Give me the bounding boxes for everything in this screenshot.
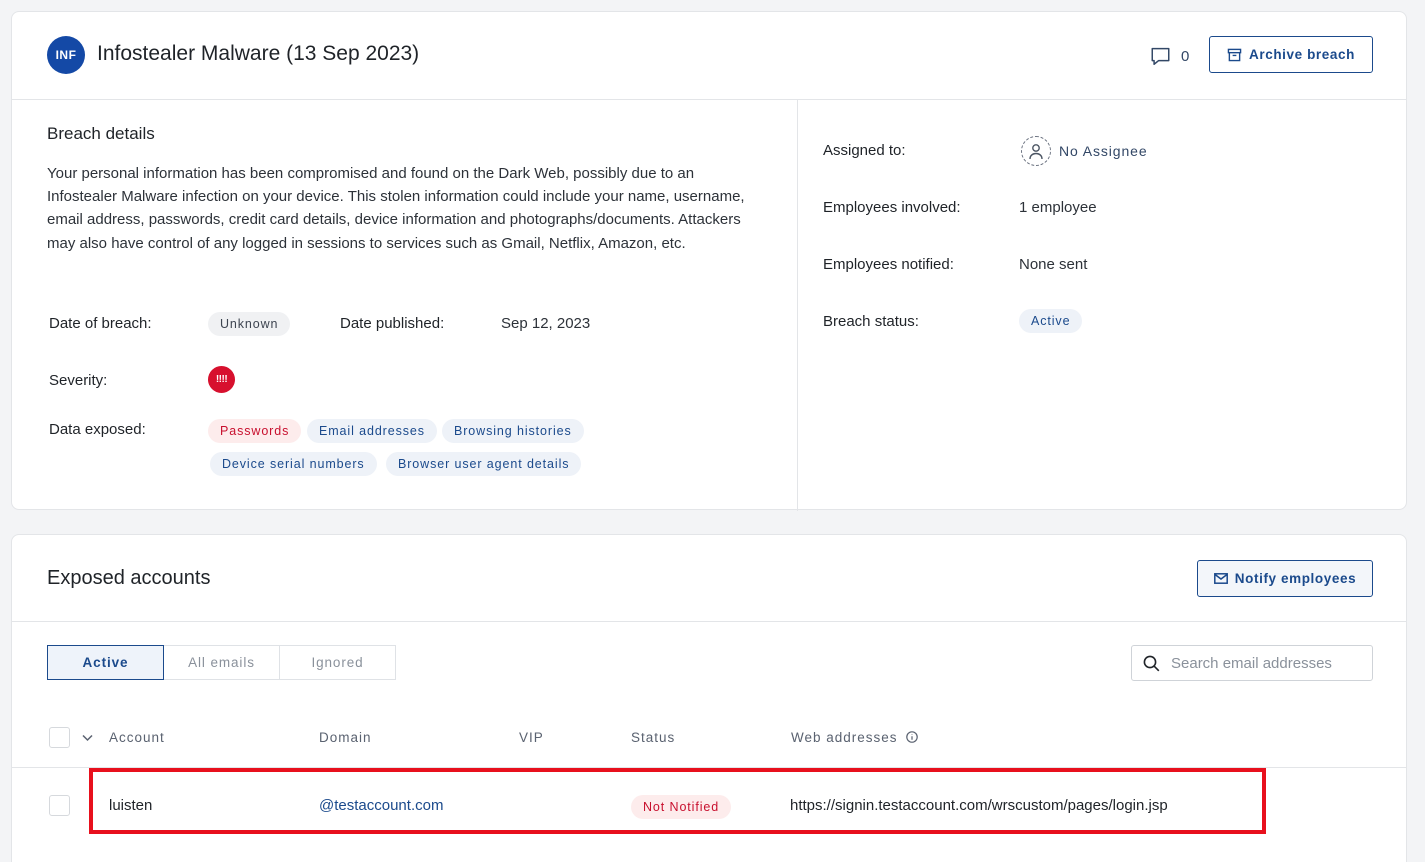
breach-description: Your personal information has been compr… [47, 165, 745, 252]
search-icon [1143, 655, 1160, 671]
assignee-selector[interactable]: No Assignee [1021, 136, 1148, 166]
search-input[interactable] [1171, 654, 1361, 672]
severity-badge: !!!! [208, 366, 235, 393]
row-account: luisten [109, 797, 153, 814]
data-exposed-email-addresses: Email addresses [307, 419, 437, 443]
column-header-account[interactable]: Account [109, 730, 165, 745]
row-domain[interactable]: @testaccount.com [319, 797, 443, 814]
column-header-domain[interactable]: Domain [319, 730, 372, 745]
data-exposed-browser-user-agent: Browser user agent details [386, 452, 582, 476]
data-exposed-passwords: Passwords [208, 419, 302, 443]
date-of-breach-value: Unknown [208, 312, 291, 336]
breach-status-label: Breach status: [823, 313, 919, 330]
page-title: Infostealer Malware (13 Sep 2023) [97, 42, 420, 65]
tab-ignored[interactable]: Ignored [279, 645, 396, 680]
archive-breach-label: Archive breach [1249, 47, 1355, 62]
data-exposed-label: Data exposed: [49, 421, 146, 438]
breach-status-badge: Active [1019, 309, 1083, 333]
row-checkbox[interactable] [49, 795, 70, 816]
comment-count: 0 [1181, 47, 1190, 65]
row-web-address: https://signin.testaccount.com/wrscustom… [790, 797, 1168, 814]
tab-active[interactable]: Active [47, 645, 164, 680]
exposed-accounts-header: Exposed accounts Notify employees [12, 535, 1406, 622]
search-box [1131, 645, 1373, 681]
chevron-down-icon[interactable] [82, 734, 93, 742]
table-divider [12, 767, 1406, 768]
date-published-value: Sep 12, 2023 [501, 315, 591, 332]
severity-label: Severity: [49, 372, 108, 389]
vertical-divider [797, 100, 798, 511]
breach-header: INF Infostealer Malware (13 Sep 2023) 0 … [12, 12, 1406, 100]
assignee-value: No Assignee [1059, 143, 1148, 159]
user-icon [1021, 136, 1051, 166]
breach-details-title: Breach details [47, 124, 155, 143]
date-published-label: Date published: [340, 315, 445, 332]
employees-notified-label: Employees notified: [823, 256, 954, 273]
assigned-to-label: Assigned to: [823, 142, 906, 159]
account-filter-tabs: Active All emails Ignored [47, 645, 396, 680]
comment-icon [1151, 47, 1170, 65]
data-exposed-device-serial-numbers: Device serial numbers [210, 452, 377, 476]
breach-avatar: INF [47, 36, 85, 74]
comments-button[interactable]: 0 [1149, 45, 1189, 67]
column-header-vip[interactable]: VIP [519, 730, 544, 745]
select-all-checkbox[interactable] [49, 727, 70, 748]
archive-icon [1227, 48, 1242, 61]
archive-breach-button[interactable]: Archive breach [1209, 36, 1373, 73]
column-header-status[interactable]: Status [631, 730, 675, 745]
data-exposed-browsing-histories: Browsing histories [442, 419, 584, 443]
tab-all-emails[interactable]: All emails [163, 645, 280, 680]
exposed-accounts-title: Exposed accounts [47, 567, 211, 589]
employees-involved-value: 1 employee [1019, 199, 1097, 216]
column-header-web-addresses-label: Web addresses [791, 730, 898, 745]
breach-card: INF Infostealer Malware (13 Sep 2023) 0 … [11, 11, 1407, 511]
exposed-accounts-card: Exposed accounts Notify employees Active… [11, 534, 1407, 862]
date-of-breach-label: Date of breach: [49, 315, 152, 332]
employees-notified-value: None sent [1019, 256, 1088, 273]
column-header-web-addresses[interactable]: Web addresses [791, 730, 919, 745]
info-icon[interactable] [906, 731, 919, 743]
notify-employees-label: Notify employees [1234, 571, 1357, 586]
mail-icon [1213, 573, 1228, 584]
employees-involved-label: Employees involved: [823, 199, 961, 216]
row-status-badge: Not Notified [631, 795, 732, 819]
notify-employees-button[interactable]: Notify employees [1197, 560, 1373, 597]
